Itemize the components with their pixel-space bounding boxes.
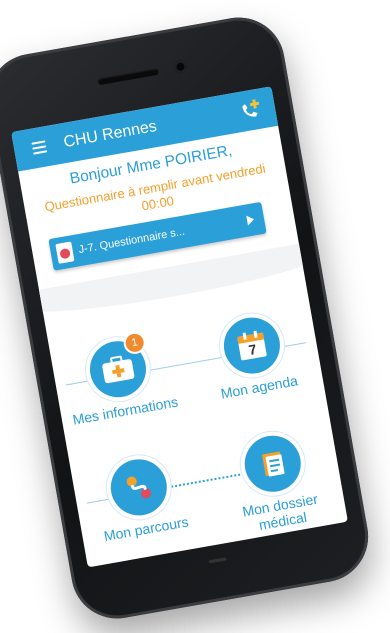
phone-screen: CHU Rennes Bonjour Mme POIRIER, Question… bbox=[11, 86, 348, 568]
earpiece-speaker bbox=[97, 67, 160, 86]
play-arrow-icon bbox=[246, 214, 255, 226]
menu-item-mon-agenda[interactable]: 7 Mon agenda bbox=[188, 308, 320, 406]
documents-glyph bbox=[262, 451, 285, 477]
smartphone: CHU Rennes Bonjour Mme POIRIER, Question… bbox=[0, 10, 376, 626]
front-camera bbox=[173, 59, 188, 74]
menu-item-mes-informations[interactable]: 1 Mes informations bbox=[54, 330, 186, 429]
medical-kit-glyph bbox=[102, 355, 135, 384]
clipboard-icon bbox=[55, 241, 75, 264]
product-image: CHU Rennes Bonjour Mme POIRIER, Question… bbox=[0, 0, 390, 633]
route-glyph bbox=[126, 476, 151, 499]
menu-item-label: Mon dossier médical bbox=[241, 490, 319, 533]
menu-item-label: Mon agenda bbox=[219, 372, 299, 402]
menu-item-mon-parcours[interactable]: Mon parcours bbox=[75, 449, 207, 547]
phone-call-icon[interactable] bbox=[235, 95, 265, 125]
menu-item-label: Mon parcours bbox=[102, 513, 190, 545]
route-icon bbox=[106, 454, 172, 520]
medical-kit-icon: 1 bbox=[85, 330, 151, 402]
home-indicator bbox=[208, 557, 227, 564]
menu-icon[interactable] bbox=[31, 140, 48, 155]
menu-item-label: Mes informations bbox=[71, 393, 180, 428]
folder-documents-icon bbox=[240, 431, 306, 497]
notification-badge: 1 bbox=[121, 330, 148, 356]
calendar-icon: 7 bbox=[219, 313, 285, 379]
menu-item-mon-dossier-medical[interactable]: Mon dossier médical bbox=[209, 426, 343, 539]
